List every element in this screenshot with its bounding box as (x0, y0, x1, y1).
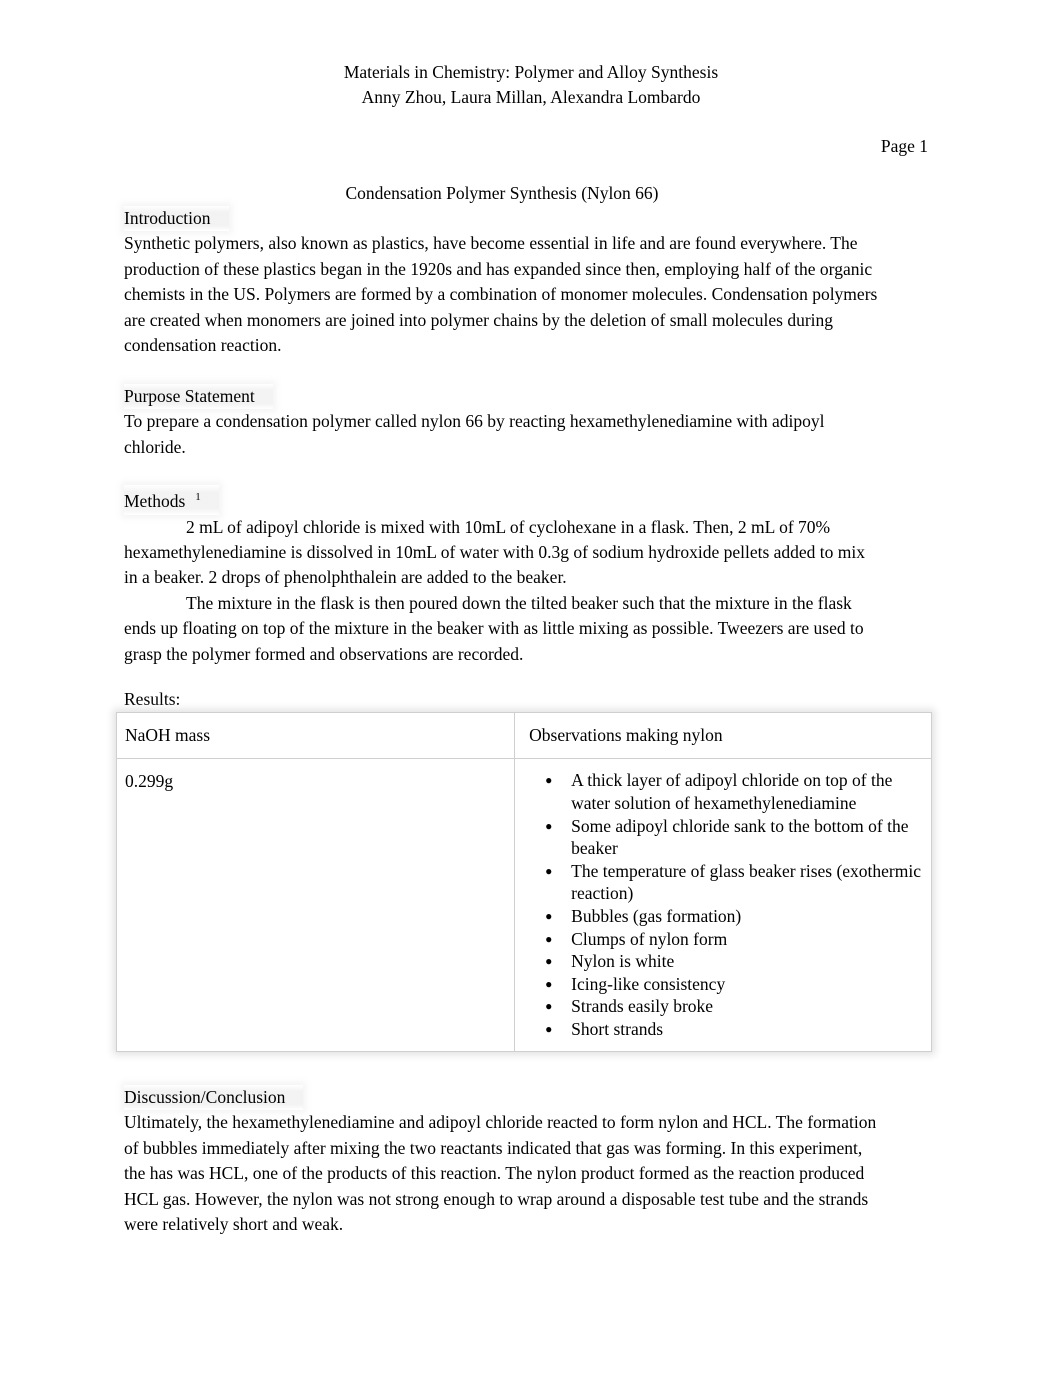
document-authors: Anny Zhou, Laura Millan, Alexandra Lomba… (361, 87, 701, 107)
list-item: Clumps of nylon form (545, 928, 921, 951)
list-item: Short strands (545, 1018, 921, 1041)
discussion-conclusion-heading: Discussion/Conclusion (124, 1085, 304, 1111)
document-page: Materials in Chemistry: Polymer and Allo… (0, 0, 1062, 1377)
document-body: Introduction Synthetic polymers, also kn… (124, 206, 880, 667)
list-item: Bubbles (gas formation) (545, 905, 921, 928)
list-item: The temperature of glass beaker rises (e… (545, 860, 921, 905)
methods-heading: Methods 1 (124, 485, 219, 515)
document-header: Materials in Chemistry: Polymer and Allo… (0, 60, 1062, 110)
methods-section: Methods 1 2 mL of adipoyl chloride is mix… (124, 485, 880, 667)
discussion-section: Discussion/Conclusion Ultimately, the he… (124, 1085, 884, 1237)
table-header-naoh-mass: NaOH mass (115, 711, 516, 760)
section-title: Condensation Polymer Synthesis (Nylon 66… (345, 183, 659, 203)
table-header-row: NaOH mass Observations making nylon (115, 711, 932, 760)
list-item: Some adipoyl chloride sank to the bottom… (545, 815, 921, 860)
list-item: Icing-like consistency (545, 973, 921, 996)
introduction-body: Synthetic polymers, also known as plasti… (124, 233, 878, 356)
results-label: Results: (124, 689, 181, 709)
introduction-heading: Introduction (124, 206, 229, 232)
page-number: Page 1 (880, 136, 928, 156)
observations-cell: A thick layer of adipoyl chloride on top… (514, 758, 932, 1052)
observations-list: A thick layer of adipoyl chloride on top… (515, 769, 931, 1040)
naoh-mass-value: 0.299g (115, 758, 516, 1052)
list-item: Strands easily broke (545, 995, 921, 1018)
discussion-conclusion-body: Ultimately, the hexamethylenediamine and… (124, 1112, 877, 1235)
purpose-statement-heading: Purpose Statement (124, 383, 273, 410)
purpose-statement-body: To prepare a condensation polymer called… (124, 411, 825, 457)
purpose-section: Purpose Statement To prepare a condensat… (124, 383, 880, 460)
footnote-marker: 1 (195, 491, 201, 504)
document-title: Materials in Chemistry: Polymer and Allo… (343, 62, 719, 82)
results-table-wrapper: NaOH mass Observations making nylon 0.29… (115, 711, 932, 1052)
methods-paragraph-2: The mixture in the flask is then poured … (124, 592, 864, 664)
table-header-observations: Observations making nylon (514, 711, 932, 760)
list-item: A thick layer of adipoyl chloride on top… (545, 769, 921, 814)
methods-paragraph-1: 2 mL of adipoyl chloride is mixed with 1… (124, 516, 866, 588)
introduction-section: Introduction Synthetic polymers, also kn… (124, 206, 880, 358)
table-row: 0.299g A thick layer of adipoyl chloride… (115, 758, 932, 1052)
list-item: Nylon is white (545, 950, 921, 973)
results-table: NaOH mass Observations making nylon 0.29… (115, 711, 932, 1052)
methods-heading-label: Methods (124, 491, 186, 512)
